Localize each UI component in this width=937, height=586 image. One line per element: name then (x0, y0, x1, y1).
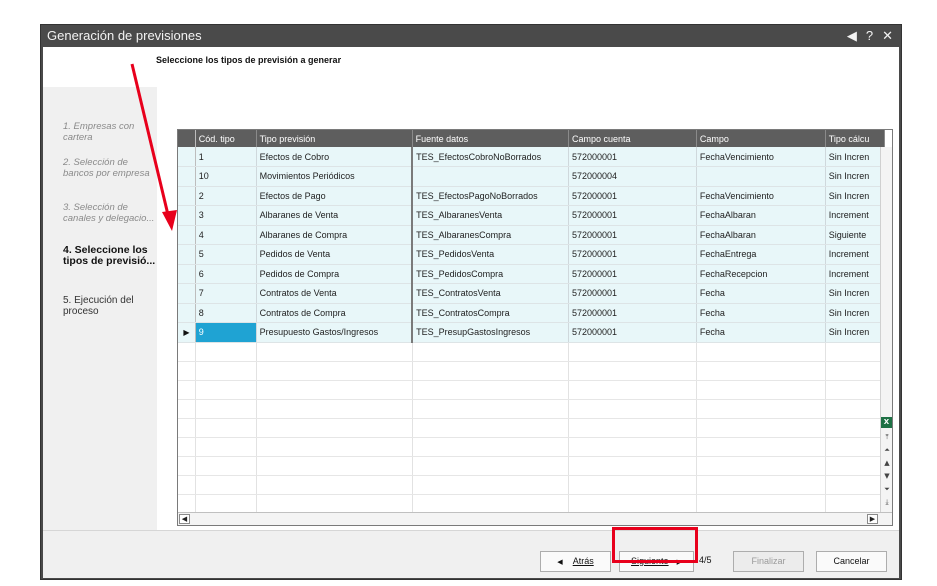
annotation-arrow-head (162, 210, 177, 231)
next-button-highlight (612, 527, 698, 563)
annotation-arrow (130, 63, 177, 231)
annotation-arrow-shaft (130, 63, 171, 220)
